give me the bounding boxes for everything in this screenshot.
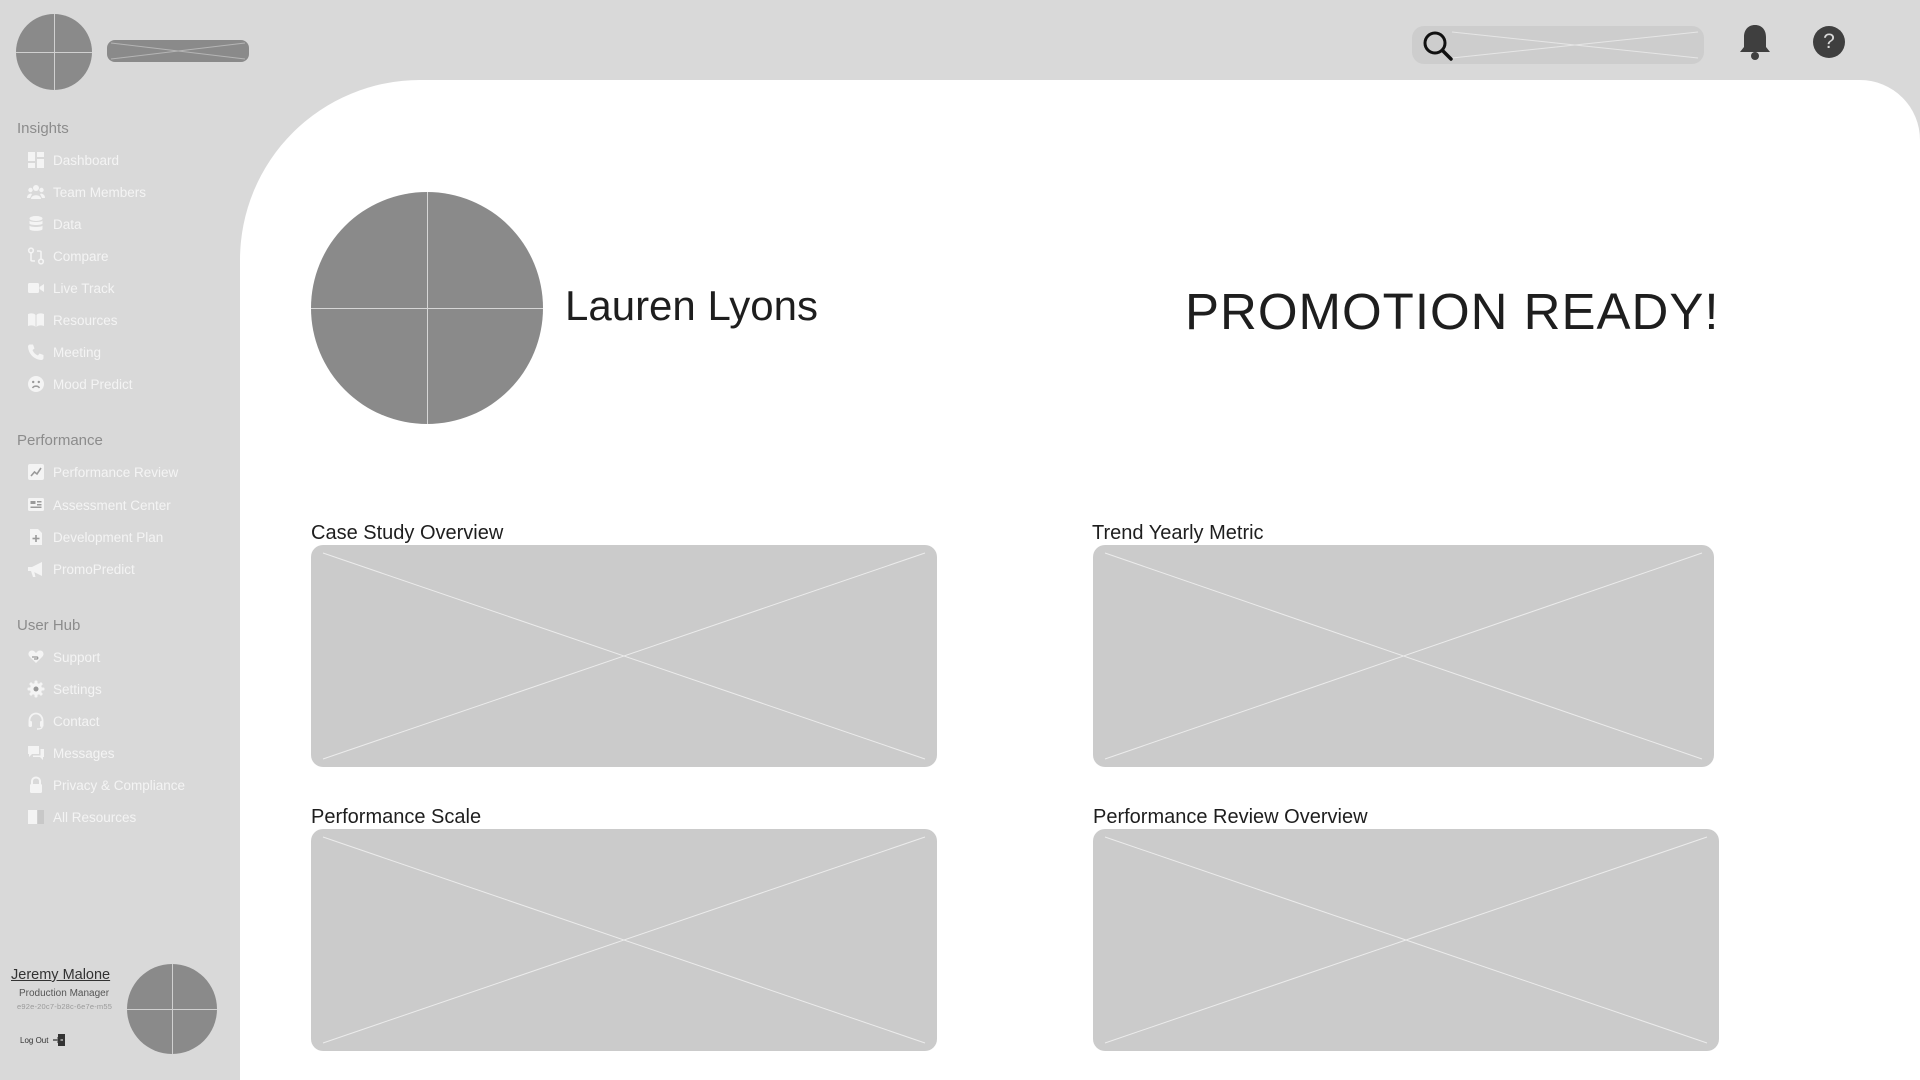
sidebar-item-promopredict[interactable]: PromoPredict — [27, 558, 135, 580]
search-icon[interactable] — [1422, 30, 1454, 62]
sidebar-item-label: Messages — [53, 745, 115, 761]
search-input[interactable] — [1412, 26, 1704, 64]
sidebar-item-label: Compare — [53, 248, 109, 264]
lock-icon — [27, 776, 45, 794]
heart-hand-icon — [27, 648, 45, 666]
mood-icon — [27, 375, 45, 393]
dashboard-icon — [27, 151, 45, 169]
megaphone-icon — [27, 560, 45, 578]
book-icon — [27, 311, 45, 329]
sidebar-item-live-track[interactable]: Live Track — [27, 277, 115, 299]
current-user-role: Production Manager — [19, 988, 110, 999]
sidebar-item-label: PromoPredict — [53, 561, 135, 577]
sidebar-item-label: Contact — [53, 713, 100, 729]
card-title-trend-yearly: Trend Yearly Metric — [1092, 522, 1264, 544]
main-content: Lauren Lyons PROMOTION READY! Case Study… — [240, 80, 1920, 1080]
profile-avatar — [311, 192, 543, 424]
card-performance-review-overview[interactable] — [1093, 829, 1719, 1051]
profile-name: Lauren Lyons — [565, 282, 818, 329]
video-icon — [27, 279, 45, 297]
card-title-performance-review: Performance Review Overview — [1093, 806, 1368, 828]
phone-icon — [27, 343, 45, 361]
nav-section-insights: Insights — [17, 120, 69, 137]
sidebar-item-label: Data — [53, 216, 82, 232]
sidebar-item-mood-predict[interactable]: Mood Predict — [27, 373, 133, 395]
sidebar-item-label: Privacy & Compliance — [53, 777, 186, 793]
sidebar-item-label: Team Members — [53, 184, 147, 200]
assessment-icon — [27, 496, 45, 514]
document-plus-icon — [27, 528, 45, 546]
sidebar-item-meeting[interactable]: Meeting — [27, 341, 101, 363]
sidebar-item-label: Performance Review — [53, 464, 179, 480]
logout-button[interactable]: Log Out — [20, 1033, 66, 1047]
sidebar-item-development-plan[interactable]: Development Plan — [27, 526, 163, 548]
sidebar-item-label: Mood Predict — [53, 376, 133, 392]
chat-icon — [27, 744, 45, 762]
card-title-case-study: Case Study Overview — [311, 522, 504, 544]
current-user-name[interactable]: Jeremy Malone — [11, 967, 110, 983]
sidebar-item-contact[interactable]: Contact — [27, 710, 100, 732]
sidebar-item-label: Support — [53, 649, 101, 665]
sidebar-item-support[interactable]: Support — [27, 646, 100, 668]
brand-name-placeholder — [107, 40, 249, 62]
sidebar-item-dashboard[interactable]: Dashboard — [27, 149, 119, 171]
sidebar-item-label: Settings — [53, 681, 102, 697]
nav-section-performance: Performance — [17, 432, 103, 449]
sidebar-item-label: Assessment Center — [53, 497, 171, 513]
app-logo[interactable] — [16, 14, 92, 90]
team-icon — [27, 183, 45, 201]
compare-icon — [27, 247, 45, 265]
sidebar-item-label: Resources — [53, 312, 118, 328]
sidebar-item-data[interactable]: Data — [27, 213, 82, 235]
promotion-status: PROMOTION READY! — [1185, 283, 1720, 340]
folder-icon — [27, 808, 45, 826]
sidebar-item-label: Meeting — [53, 344, 102, 360]
sidebar-item-label: Development Plan — [53, 529, 164, 545]
logout-icon — [53, 1034, 66, 1046]
headset-icon — [27, 712, 45, 730]
logout-label: Log Out — [20, 1035, 49, 1045]
database-icon — [27, 215, 45, 233]
help-icon[interactable]: ? — [1813, 26, 1845, 58]
sidebar-item-messages[interactable]: Messages — [27, 742, 115, 764]
bell-icon[interactable] — [1738, 22, 1772, 60]
sidebar-item-compare[interactable]: Compare — [27, 245, 109, 267]
sidebar-item-performance-review[interactable]: Performance Review — [27, 461, 178, 483]
sidebar-item-label: Dashboard — [53, 152, 120, 168]
nav-section-user-hub: User Hub — [17, 617, 81, 634]
sidebar-item-resources[interactable]: Resources — [27, 309, 118, 331]
sidebar-item-team-members[interactable]: Team Members — [27, 181, 146, 203]
sidebar-item-label: Live Track — [53, 280, 115, 296]
chart-icon — [27, 463, 45, 481]
card-performance-scale[interactable] — [311, 829, 937, 1051]
sidebar-item-assessment-center[interactable]: Assessment Center — [27, 494, 171, 516]
sidebar-item-settings[interactable]: Settings — [27, 678, 102, 700]
card-title-performance-scale: Performance Scale — [311, 806, 482, 828]
gear-icon — [27, 680, 45, 698]
current-user-avatar[interactable] — [127, 964, 217, 1054]
current-user-id: e92e-20c7-b28c-6e7e-m55 — [17, 1002, 113, 1011]
card-trend-yearly-metric[interactable] — [1093, 545, 1714, 767]
card-case-study-overview[interactable] — [311, 545, 937, 767]
sidebar-item-privacy-compliance[interactable]: Privacy & Compliance — [27, 774, 185, 796]
sidebar-item-all-resources[interactable]: All Resources — [27, 806, 136, 828]
sidebar-item-label: All Resources — [53, 809, 137, 825]
